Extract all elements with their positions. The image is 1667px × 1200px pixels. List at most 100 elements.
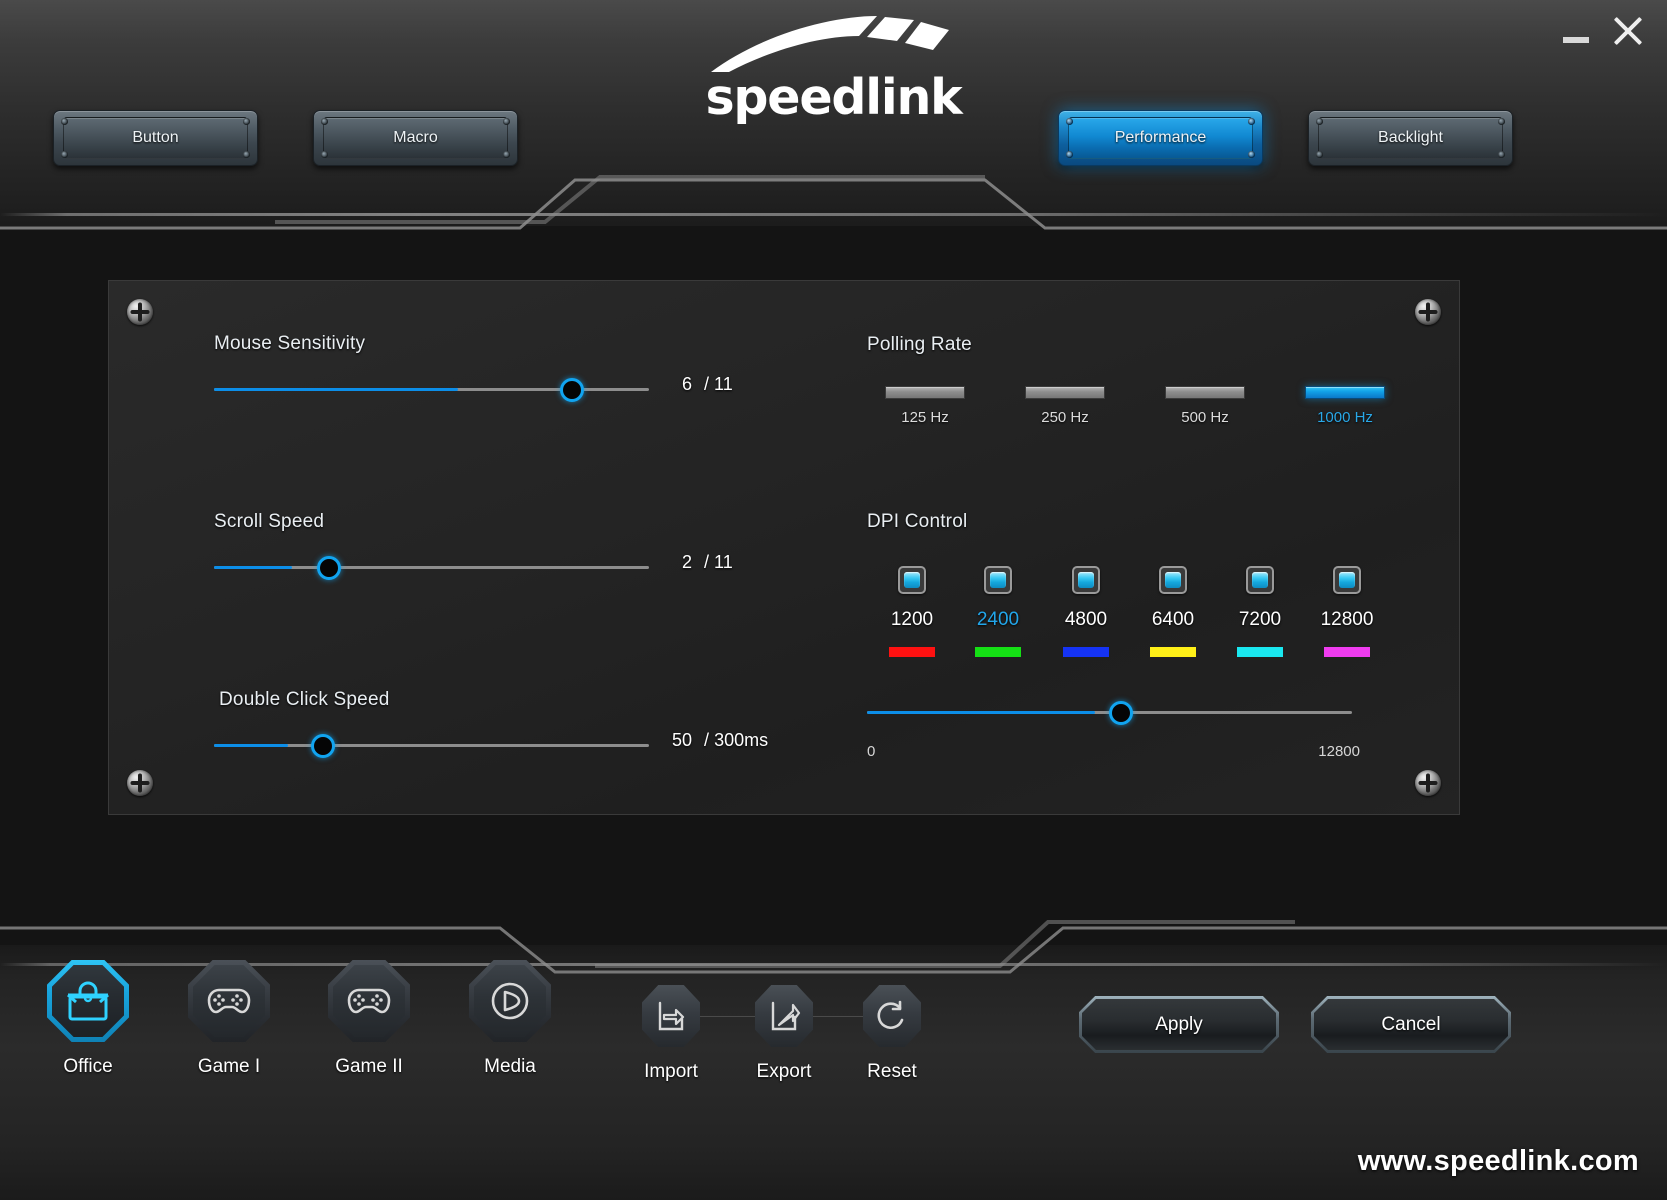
- dpi-stage-6400[interactable]: 6400: [1128, 566, 1218, 657]
- polling-rate-title: Polling Rate: [867, 334, 972, 356]
- polling-label: 1000 Hz: [1287, 409, 1403, 426]
- slider-fill: [214, 744, 288, 747]
- minimize-icon[interactable]: [1563, 37, 1589, 43]
- dpi-color-swatch: [1324, 647, 1370, 657]
- tool-button[interactable]: [863, 985, 921, 1047]
- apply-label: Apply: [1155, 1014, 1203, 1036]
- profile-media[interactable]: Media: [435, 960, 585, 1078]
- profile-button[interactable]: [328, 960, 410, 1042]
- value-current: 50: [672, 730, 692, 750]
- tool-export[interactable]: Export: [724, 985, 844, 1083]
- polling-option-125[interactable]: 125 Hz: [867, 386, 983, 426]
- profile-office[interactable]: Office: [13, 960, 163, 1078]
- dpi-stage-2400[interactable]: 2400: [953, 566, 1043, 657]
- slider-fill: [214, 388, 458, 391]
- slider-knob[interactable]: [560, 378, 584, 402]
- performance-panel: Mouse Sensitivity 6/ 11 Scroll Speed 2/ …: [108, 280, 1460, 815]
- mouse-sensitivity-slider[interactable]: 6 / 11: [214, 376, 854, 404]
- screw-icon: [1415, 299, 1441, 325]
- double-click-speed-label: Double Click Speed: [219, 689, 389, 711]
- slider-knob[interactable]: [1109, 701, 1133, 725]
- tab-label: Backlight: [1378, 129, 1443, 147]
- screw-icon: [61, 151, 68, 158]
- cancel-button[interactable]: Cancel: [1311, 996, 1511, 1053]
- dpi-color-swatch: [1063, 647, 1109, 657]
- screw-icon: [503, 151, 510, 158]
- dpi-stage-12800[interactable]: 12800: [1302, 566, 1392, 657]
- screw-icon: [1248, 151, 1255, 158]
- value-current: 6: [682, 374, 692, 394]
- window-controls: [1563, 14, 1645, 48]
- dpi-value: 7200: [1215, 609, 1305, 631]
- scroll-speed-value: 2/ 11: [682, 552, 733, 573]
- tool-label: Import: [611, 1061, 731, 1083]
- dpi-color-swatch: [975, 647, 1021, 657]
- dpi-stage-1200[interactable]: 1200: [867, 566, 957, 657]
- dpi-stage-4800[interactable]: 4800: [1041, 566, 1131, 657]
- dpi-checkbox[interactable]: [1246, 566, 1274, 594]
- tab-macro[interactable]: Macro: [313, 110, 518, 166]
- tab-performance[interactable]: Performance: [1058, 110, 1263, 166]
- slider-track[interactable]: [214, 566, 649, 569]
- profile-game-2[interactable]: Game II: [294, 960, 444, 1078]
- profile-label: Game I: [154, 1056, 304, 1078]
- tab-label: Button: [132, 129, 178, 147]
- screw-icon: [1066, 151, 1073, 158]
- tool-reset[interactable]: Reset: [832, 985, 952, 1083]
- dpi-checkbox[interactable]: [1159, 566, 1187, 594]
- double-click-speed-slider[interactable]: 50/ 300ms: [214, 732, 854, 760]
- tab-button[interactable]: Button: [53, 110, 258, 166]
- dpi-checkbox[interactable]: [898, 566, 926, 594]
- screw-icon: [1066, 118, 1073, 125]
- screw-icon: [1248, 118, 1255, 125]
- screw-icon: [1498, 151, 1505, 158]
- screw-icon: [243, 118, 250, 125]
- screw-icon: [127, 299, 153, 325]
- dpi-range-max: 12800: [1318, 743, 1360, 760]
- double-click-speed-value: 50/ 300ms: [672, 730, 768, 751]
- dpi-value: 6400: [1128, 609, 1218, 631]
- dpi-stage-7200[interactable]: 7200: [1215, 566, 1305, 657]
- profile-button[interactable]: [188, 960, 270, 1042]
- polling-option-500[interactable]: 500 Hz: [1147, 386, 1263, 426]
- profile-button[interactable]: [469, 960, 551, 1042]
- scroll-speed-slider[interactable]: 2/ 11: [214, 554, 854, 582]
- polling-bar[interactable]: [1165, 386, 1245, 399]
- profile-label: Office: [13, 1056, 163, 1078]
- screw-icon: [1316, 151, 1323, 158]
- slider-knob[interactable]: [317, 556, 341, 580]
- dpi-checkbox[interactable]: [984, 566, 1012, 594]
- dpi-range-slider[interactable]: 0 12800: [867, 699, 1407, 727]
- profile-button[interactable]: [47, 960, 129, 1042]
- dpi-control-title: DPI Control: [867, 511, 967, 533]
- polling-option-250[interactable]: 250 Hz: [1007, 386, 1123, 426]
- dpi-color-swatch: [1237, 647, 1283, 657]
- polling-bar[interactable]: [885, 386, 965, 399]
- tool-button[interactable]: [755, 985, 813, 1047]
- polling-label: 500 Hz: [1147, 409, 1263, 426]
- polling-option-1000[interactable]: 1000 Hz: [1287, 386, 1403, 426]
- value-current: 2: [682, 552, 692, 572]
- profile-label: Game II: [294, 1056, 444, 1078]
- tool-button[interactable]: [642, 985, 700, 1047]
- tab-backlight[interactable]: Backlight: [1308, 110, 1513, 166]
- apply-button[interactable]: Apply: [1079, 996, 1279, 1053]
- play-media-icon: [486, 977, 534, 1025]
- slider-fill: [214, 566, 292, 569]
- mouse-sensitivity-value: 6 / 11: [682, 374, 733, 395]
- profile-game-1[interactable]: Game I: [154, 960, 304, 1078]
- dpi-checkbox[interactable]: [1072, 566, 1100, 594]
- tab-label: Macro: [393, 129, 437, 147]
- screw-icon: [127, 770, 153, 796]
- slider-track[interactable]: [214, 744, 649, 747]
- dpi-checkbox[interactable]: [1333, 566, 1361, 594]
- polling-bar[interactable]: [1305, 386, 1385, 399]
- dpi-value: 1200: [867, 609, 957, 631]
- screw-icon: [321, 118, 328, 125]
- polling-bar[interactable]: [1025, 386, 1105, 399]
- tool-import[interactable]: Import: [611, 985, 731, 1083]
- screw-icon: [503, 118, 510, 125]
- value-max: / 11: [704, 374, 733, 394]
- slider-knob[interactable]: [311, 734, 335, 758]
- close-icon[interactable]: [1611, 14, 1645, 48]
